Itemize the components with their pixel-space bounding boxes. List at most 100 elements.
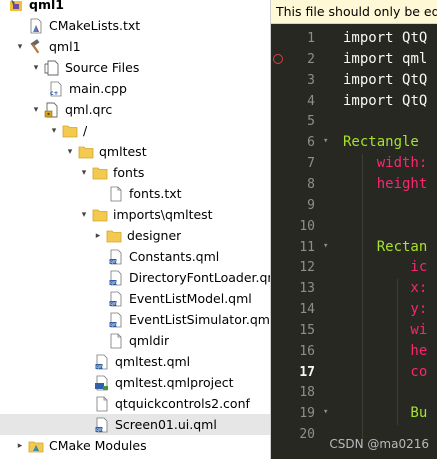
code-line[interactable]: 3 import QtQ	[271, 71, 437, 92]
file-icon	[108, 186, 124, 202]
line-number: 16	[299, 343, 315, 359]
folder-icon	[106, 228, 122, 244]
tree-item[interactable]: CMakeLists.txt	[0, 15, 271, 36]
breakpoint-icon[interactable]	[273, 53, 283, 64]
code-line[interactable]: 9	[271, 196, 437, 217]
code-text: ic	[343, 259, 427, 275]
tree-item[interactable]: ▾ qml1	[0, 36, 271, 57]
folder-icon	[78, 144, 94, 160]
tree-item-label: EventListSimulator.qml	[129, 312, 271, 327]
line-number: 1	[307, 31, 315, 46]
chevron-right-icon[interactable]: ▸	[92, 230, 104, 242]
code-token: x:	[343, 280, 428, 297]
tree-item[interactable]: ▸ designer	[0, 225, 271, 246]
tree-item[interactable]: qmltest.qmlproject	[0, 372, 271, 393]
tree-item[interactable]: qml Screen01.ui.qml	[0, 414, 271, 435]
line-number: 12	[299, 260, 315, 276]
tree-item[interactable]: qmldir	[0, 330, 271, 351]
chevron-down-icon[interactable]: ▾	[30, 62, 42, 74]
chevron-down-icon[interactable]: ▾	[30, 104, 42, 116]
code-line[interactable]: 16 he	[271, 342, 437, 363]
code-line[interactable]: 6 ▾ Rectangle	[271, 133, 437, 154]
tree-item-label: qml.qrc	[65, 102, 113, 117]
chevron-right-icon[interactable]: ▸	[14, 440, 26, 452]
tree-item[interactable]: fonts.txt	[0, 183, 271, 204]
tree-item-label: DirectoryFontLoader.qml	[129, 270, 271, 285]
qml-icon: qml	[94, 354, 110, 370]
fold-toggle-icon[interactable]: ▾	[323, 241, 328, 251]
tree-item[interactable]: ▾ fonts	[0, 162, 271, 183]
project-tree[interactable]: qml1 CMakeLists.txt ▾ qml1 ▾ Source Files c+ ma…	[0, 0, 271, 459]
tree-item-label: CMake Modules	[49, 438, 147, 453]
tree-item[interactable]: ▾ /	[0, 120, 271, 141]
tree-item-label: qml1	[49, 39, 81, 54]
tree-item[interactable]: c+ main.cpp	[0, 78, 271, 99]
line-number: 10	[299, 218, 315, 234]
tree-item[interactable]: ▾ imports\qmltest	[0, 204, 271, 225]
tree-item[interactable]: qml EventListModel.qml	[0, 288, 271, 309]
chevron-down-icon[interactable]: ▾	[14, 41, 26, 53]
tree-item-label: imports\qmltest	[113, 207, 213, 222]
chevron-down-icon[interactable]: ▾	[64, 146, 76, 158]
info-banner: This file should only be edited	[271, 0, 437, 24]
fold-toggle-icon[interactable]: ▾	[323, 407, 328, 417]
tree-item[interactable]: ▾ qml.qrc	[0, 99, 271, 120]
code-line[interactable]: 8 height	[271, 175, 437, 196]
code-line[interactable]: 14 y:	[271, 300, 437, 321]
tree-item-label: qml1	[29, 0, 64, 12]
folder-icon	[92, 165, 108, 181]
code-line[interactable]: 19 ▾ Bu	[271, 404, 437, 425]
code-text: import QtQ	[343, 30, 427, 46]
chevron-down-icon[interactable]: ▾	[48, 125, 60, 137]
chevron-down-icon[interactable]: ▾	[78, 167, 90, 179]
tree-item[interactable]: ▾ qmltest	[0, 141, 271, 162]
svg-text:qml: qml	[110, 322, 118, 327]
code-token: height	[343, 175, 428, 192]
indent-guide	[362, 154, 363, 446]
cmake-icon	[28, 18, 44, 34]
code-line[interactable]: 10	[271, 217, 437, 238]
tree-item-label: /	[83, 123, 88, 138]
code-line[interactable]: 4 import QtQ	[271, 92, 437, 113]
tree-item-label: main.cpp	[69, 81, 127, 96]
tree-item[interactable]: qtquickcontrols2.conf	[0, 393, 271, 414]
qrc-icon	[44, 102, 60, 118]
folder-icon	[92, 207, 108, 223]
code-text: wi	[343, 322, 427, 338]
tree-item-label: qtquickcontrols2.conf	[115, 396, 250, 411]
code-token: y:	[343, 301, 428, 318]
qml-icon: qml	[108, 291, 124, 307]
tree-item[interactable]: qml DirectoryFontLoader.qml	[0, 267, 271, 288]
code-line[interactable]: 2 import qml	[271, 50, 437, 71]
code-line[interactable]: 11 ▾ Rectan	[271, 238, 437, 259]
fold-toggle-icon[interactable]: ▾	[323, 136, 328, 146]
code-line[interactable]: 13 x:	[271, 279, 437, 300]
tree-item[interactable]: qml1	[0, 0, 271, 15]
line-number: 2	[307, 51, 315, 67]
line-number: 17	[299, 364, 315, 380]
code-token: width:	[343, 155, 428, 172]
svg-text:c+: c+	[50, 90, 59, 97]
code-line[interactable]: 5	[271, 112, 437, 133]
tree-item[interactable]: qml EventListSimulator.qml	[0, 309, 271, 330]
code-text: Rectangle	[343, 134, 427, 150]
tree-item[interactable]: ▸ CMake Modules	[0, 435, 271, 456]
line-number: 6	[307, 135, 315, 151]
line-number: 3	[307, 72, 315, 88]
tree-item[interactable]: ▾ Source Files	[0, 57, 271, 78]
code-token: import	[343, 92, 403, 109]
code-text: Bu	[343, 405, 427, 421]
line-number: 13	[299, 281, 315, 297]
code-line[interactable]: 1 import QtQ	[271, 29, 437, 50]
code-line[interactable]: 7 width:	[271, 154, 437, 175]
code-line[interactable]: 18	[271, 383, 437, 404]
chevron-down-icon[interactable]: ▾	[78, 209, 90, 221]
code-line[interactable]: 12 ic	[271, 258, 437, 279]
code-editor[interactable]: This file should only be edited 1 import …	[271, 0, 437, 459]
code-line[interactable]: 17 co	[271, 363, 437, 384]
line-number: 9	[307, 197, 315, 213]
code-line[interactable]: 15 wi	[271, 321, 437, 342]
tree-item[interactable]: qml Constants.qml	[0, 246, 271, 267]
tree-item-label: Constants.qml	[129, 249, 220, 264]
tree-item[interactable]: qml qmltest.qml	[0, 351, 271, 372]
